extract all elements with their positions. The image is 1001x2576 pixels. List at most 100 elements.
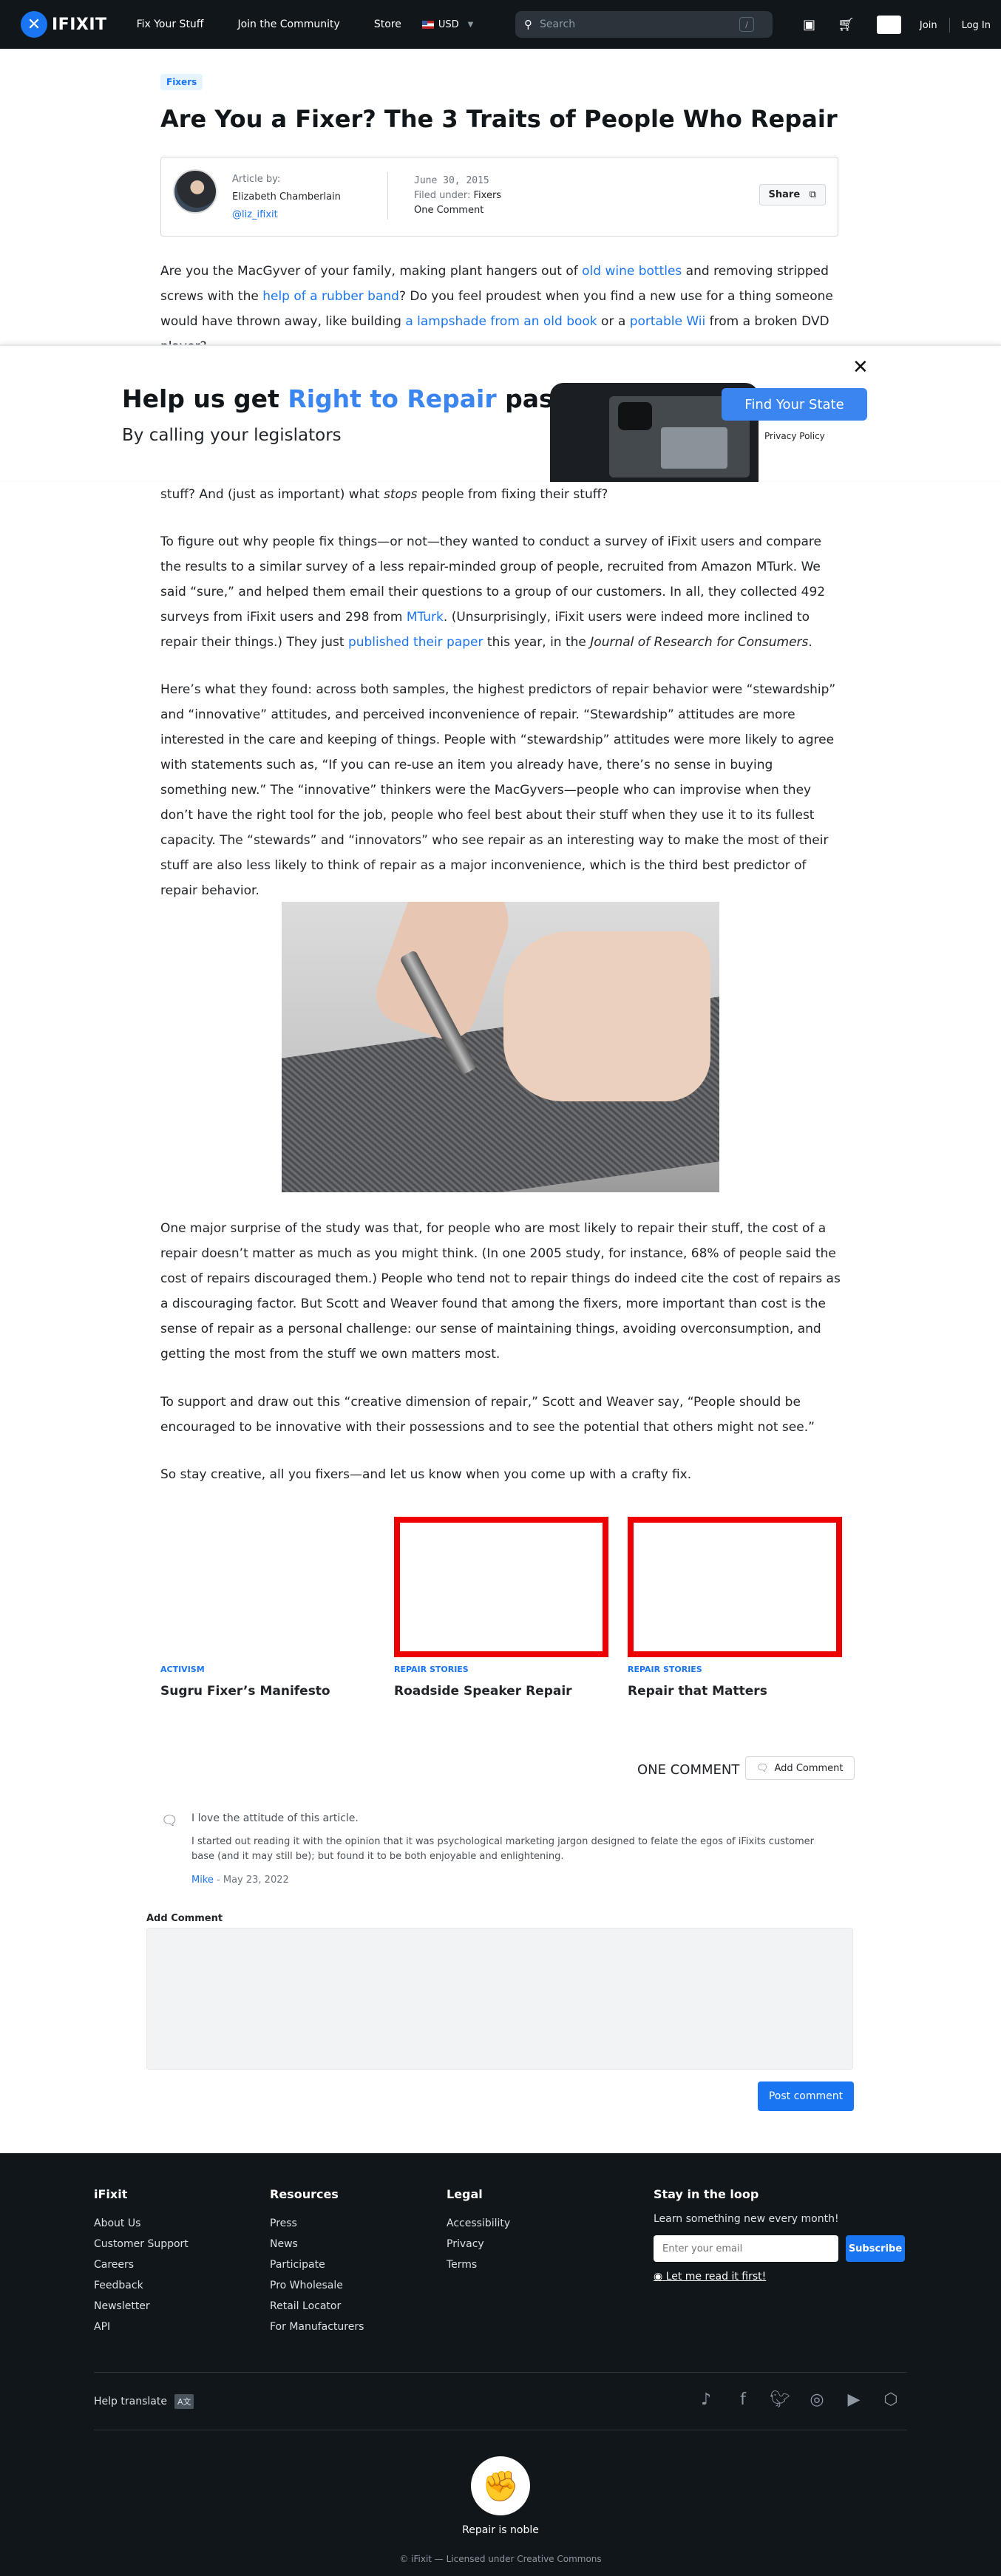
search-input[interactable] [540, 18, 739, 30]
footer-link[interactable]: Careers [94, 2254, 189, 2275]
comment-icon: 🗨︎ [161, 1813, 178, 1829]
footer-link[interactable]: Privacy [447, 2234, 510, 2254]
footer-link[interactable]: Retail Locator [270, 2296, 364, 2317]
share-label: Share [768, 189, 801, 200]
footer-link[interactable]: Feedback [94, 2275, 189, 2296]
tiktok-icon[interactable]: ♪ [695, 2388, 717, 2410]
footer-heading: Legal [447, 2187, 483, 2201]
add-comment-button[interactable]: 🗨︎ Add Comment [745, 1756, 855, 1780]
find-your-state-button[interactable]: Find Your State [722, 388, 867, 421]
divider [94, 2372, 907, 2373]
footer-heading: iFixit [94, 2187, 128, 2201]
related-thumbnail[interactable] [628, 1517, 842, 1657]
nav-join-community[interactable]: Join the Community [237, 18, 339, 30]
comment-author[interactable]: Mike [191, 1875, 214, 1886]
related-post[interactable]: REPAIR STORIES Roadside Speaker Repair [394, 1517, 608, 1699]
footer-link[interactable]: About Us [94, 2213, 189, 2234]
twitter-icon[interactable]: 🐦︎ [769, 2388, 791, 2410]
ifixit-logo-icon: ✕ [21, 11, 47, 38]
login-link[interactable]: Log In [962, 20, 991, 31]
youtube-icon[interactable]: ▶ [843, 2388, 865, 2410]
link-published-paper[interactable]: published their paper [348, 635, 483, 650]
footer-heading: Stay in the loop [654, 2187, 759, 2201]
facebook-icon[interactable]: f [732, 2388, 754, 2410]
article-paragraph: So stay creative, all you fixers—and let… [160, 1467, 692, 1482]
comment-textarea[interactable] [146, 1928, 853, 2070]
cart-icon[interactable]: 🛒︎ [838, 17, 855, 33]
link-lampshade[interactable]: a lampshade from an old book [405, 314, 597, 329]
byline-label: Article by: [232, 174, 281, 185]
phone-camera [618, 402, 652, 430]
author-name[interactable]: Elizabeth Chamberlain [232, 188, 341, 206]
avatar[interactable] [173, 169, 217, 214]
link-mturk[interactable]: MTurk [407, 610, 444, 625]
privacy-policy-link[interactable]: Privacy Policy [764, 431, 825, 441]
external-link-icon: ⧉ [809, 189, 816, 200]
text: stuff? And (just as important) what [160, 487, 384, 502]
help-translate-label: Help translate [94, 2396, 167, 2407]
article-paragraph: To figure out why people fix things—or n… [160, 529, 841, 655]
footer-link[interactable]: Customer Support [94, 2234, 189, 2254]
join-link[interactable]: Join [920, 20, 937, 31]
language-selector[interactable]: EN [876, 16, 902, 34]
comment-line: I love the attitude of this article. [191, 1812, 359, 1824]
footer-link[interactable]: News [270, 2234, 364, 2254]
email-field[interactable] [654, 2235, 838, 2262]
footer-link[interactable]: API [94, 2317, 189, 2337]
link-rubber-band[interactable]: help of a rubber band [262, 289, 399, 304]
category-tag[interactable]: Fixers [160, 74, 203, 90]
comments-heading: ONE COMMENT [637, 1762, 740, 1778]
banner-title: Help us get Right to Repair passed [122, 384, 602, 413]
search-icon: ⚲ [524, 18, 532, 31]
toolbox-icon[interactable]: ▣ [803, 17, 815, 33]
related-title[interactable]: Roadside Speaker Repair [394, 1684, 572, 1699]
article-paragraph: stuff? And (just as important) what stop… [160, 482, 841, 507]
nav-store[interactable]: Store [374, 18, 401, 30]
footer-link[interactable]: Accessibility [447, 2213, 510, 2234]
post-comment-button[interactable]: Post comment [758, 2081, 854, 2111]
article-photo [282, 902, 719, 1192]
search-bar: ⚲ / [515, 11, 773, 38]
instagram-icon[interactable]: ◎ [806, 2388, 828, 2410]
subscribe-button[interactable]: Subscribe [846, 2235, 905, 2262]
ifixit-logo[interactable]: ✕ IFIXIT [21, 11, 107, 38]
author-handle[interactable]: @liz_ifixit [232, 209, 278, 220]
read-first-link[interactable]: ◉ Let me read it first! [654, 2271, 905, 2283]
related-thumbnail[interactable] [394, 1517, 608, 1657]
related-title[interactable]: Repair that Matters [628, 1684, 767, 1699]
help-translate-link[interactable]: Help translate A文 [94, 2394, 194, 2409]
divider [387, 172, 388, 220]
footer-link[interactable]: For Manufacturers [270, 2317, 364, 2337]
footer-link[interactable]: Pro Wholesale [270, 2275, 364, 2296]
text: Help us get [122, 384, 288, 413]
right-to-repair-banner: Help us get Right to Repair passed By ca… [0, 344, 1001, 482]
share-button[interactable]: Share ⧉ [759, 184, 826, 205]
search-shortcut-key: / [739, 17, 754, 32]
footer-link[interactable]: Press [270, 2213, 364, 2234]
account-links: Join Log In [920, 18, 991, 33]
comment-meta: Mike - May 23, 2022 [191, 1875, 289, 1886]
article-meta-card: Article by: Elizabeth Chamberlain @liz_i… [160, 157, 838, 237]
repair-fist-logo-icon: ✊ [471, 2456, 530, 2515]
link-wine-bottles[interactable]: old wine bottles [582, 264, 682, 279]
related-title[interactable]: Sugru Fixer’s Manifesto [160, 1684, 330, 1699]
comment-date: - May 23, 2022 [213, 1875, 289, 1886]
publish-info: June 30, 2015 Filed under: Fixers One Co… [414, 174, 501, 218]
community-icon[interactable]: ⬡ [880, 2388, 902, 2410]
footer-link[interactable]: Participate [270, 2254, 364, 2275]
footer-col-legal: Legal Accessibility Privacy Terms [447, 2187, 510, 2275]
related-post[interactable]: REPAIR STORIES Repair that Matters [628, 1517, 842, 1699]
banner-subtitle: By calling your legislators [122, 426, 342, 445]
close-icon[interactable]: ✕ [852, 356, 869, 378]
header-icons: ▣ 🛒︎ EN [803, 16, 923, 34]
comment-icon: 🗨︎ [756, 1762, 769, 1774]
filed-category[interactable]: Fixers [474, 190, 502, 201]
comment-count[interactable]: One Comment [414, 203, 501, 218]
phone-board [661, 427, 727, 469]
link-portable-wii[interactable]: portable Wii [630, 314, 706, 329]
footer-link[interactable]: Newsletter [94, 2296, 189, 2317]
footer-link[interactable]: Terms [447, 2254, 510, 2275]
text: people from fixing their stuff? [417, 487, 608, 502]
nav-fix-your-stuff[interactable]: Fix Your Stuff [137, 18, 204, 30]
currency-selector[interactable]: USD ▼ [421, 19, 473, 30]
